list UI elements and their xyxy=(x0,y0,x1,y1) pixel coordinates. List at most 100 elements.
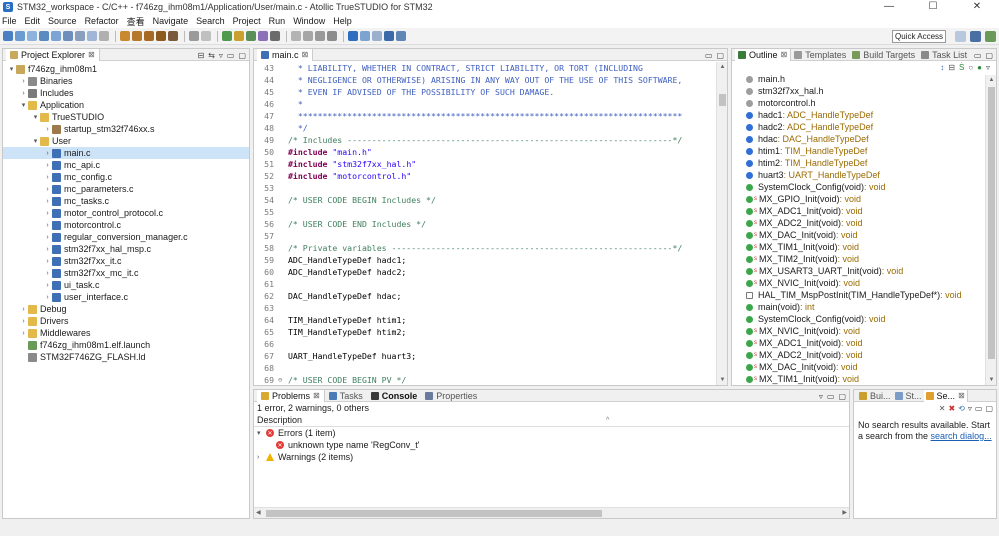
code-line[interactable]: 49 /* Includes --------------------------… xyxy=(254,134,716,146)
debug-perspective-icon[interactable] xyxy=(985,31,996,42)
code-line[interactable]: 69 ⊖ /* USER CODE BEGIN PV */ xyxy=(254,374,716,385)
code-line[interactable]: 48 */ xyxy=(254,122,716,134)
code-line[interactable]: 59 ADC_HandleTypeDef hadc1; xyxy=(254,254,716,266)
tree-item[interactable]: ▾ Application xyxy=(3,99,249,111)
chevron-right-icon[interactable]: › xyxy=(19,318,28,325)
scroll-up-icon[interactable]: ▲ xyxy=(986,77,997,83)
code-line[interactable]: 58 /* Private variables -----------------… xyxy=(254,242,716,254)
outline-item[interactable]: huart3 : UART_HandleTypeDef xyxy=(732,169,996,181)
tab-templates[interactable]: Templates xyxy=(791,49,849,61)
menu-run[interactable]: Run xyxy=(269,16,286,26)
outline-item[interactable]: s MX_TIM1_Init(void) : void xyxy=(732,373,996,385)
tab-build-targets[interactable]: Build Targets xyxy=(849,49,918,61)
chevron-down-icon[interactable]: ▾ xyxy=(19,101,28,109)
outline-item[interactable]: main.h xyxy=(732,73,996,85)
new-class-icon[interactable] xyxy=(87,31,97,41)
maximize-button[interactable]: ☐ xyxy=(911,0,955,14)
chevron-right-icon[interactable]: › xyxy=(19,90,28,97)
collapse-all-icon[interactable]: ⊟ xyxy=(197,51,204,60)
outline-vertical-scrollbar[interactable]: ▲ ▼ xyxy=(985,75,996,385)
outline-item[interactable]: s MX_GPIO_Init(void) : void xyxy=(732,193,996,205)
scroll-down-icon[interactable]: ▼ xyxy=(986,377,997,383)
close-icon[interactable]: ⊠ xyxy=(302,50,309,59)
build-all-icon[interactable] xyxy=(132,31,142,41)
chevron-down-icon[interactable]: ▾ xyxy=(31,113,40,121)
menu-view[interactable]: 查看 xyxy=(127,15,145,28)
code-line[interactable]: 45 * EVEN IF ADVISED OF THE POSSIBILITY … xyxy=(254,86,716,98)
menu-source[interactable]: Source xyxy=(48,16,77,26)
tree-item[interactable]: › motor_control_protocol.c xyxy=(3,207,249,219)
menu-refactor[interactable]: Refactor xyxy=(85,16,119,26)
code-line[interactable]: 44 * NEGLIGENCE OR OTHERWISE) ARISING IN… xyxy=(254,74,716,86)
quick-access-field[interactable]: Quick Access xyxy=(892,30,946,43)
tab-main-c[interactable]: main.c ⊠ xyxy=(257,48,314,61)
problems-horizontal-scrollbar[interactable]: ◀ ▶ xyxy=(254,507,849,518)
tree-item[interactable]: › mc_parameters.c xyxy=(3,183,249,195)
column-description[interactable]: Description ^ xyxy=(254,414,849,427)
scroll-right-icon[interactable]: ▶ xyxy=(842,509,847,516)
tree-item[interactable]: f746zg_ihm08m1.elf.launch xyxy=(3,339,249,351)
tab-build[interactable]: Bui... xyxy=(857,390,893,402)
chevron-right-icon[interactable]: › xyxy=(43,198,52,205)
terminal-icon[interactable] xyxy=(189,31,199,41)
chevron-right-icon[interactable]: › xyxy=(43,150,52,157)
outline-item[interactable]: hadc1 : ADC_HandleTypeDef xyxy=(732,109,996,121)
tree-item[interactable]: › stm32f7xx_it.c xyxy=(3,255,249,267)
outline-item[interactable]: main(void) : int xyxy=(732,301,996,313)
remove-all-icon[interactable]: ✖ xyxy=(948,404,955,413)
outline-item[interactable]: s MX_ADC2_Init(void) : void xyxy=(732,217,996,229)
code-line[interactable]: 55 xyxy=(254,206,716,218)
hide-fields-icon[interactable]: ⊟ xyxy=(948,63,955,72)
outline-item[interactable]: htim2 : TIM_HandleTypeDef xyxy=(732,157,996,169)
scroll-thumb[interactable] xyxy=(719,94,726,106)
sort-icon[interactable]: ↕ xyxy=(940,63,944,72)
minimize-view-icon[interactable]: ▭ xyxy=(227,51,235,60)
minimize-view-icon[interactable]: ▭ xyxy=(827,392,835,401)
scroll-down-icon[interactable]: ▼ xyxy=(717,377,728,383)
open-perspective-icon[interactable] xyxy=(955,31,966,42)
tree-item[interactable]: › stm32f7xx_mc_it.c xyxy=(3,267,249,279)
history-icon[interactable]: ⟲ xyxy=(958,404,965,413)
chevron-right-icon[interactable]: › xyxy=(43,294,52,301)
outline-item[interactable]: hadc2 : ADC_HandleTypeDef xyxy=(732,121,996,133)
fold-icon[interactable]: ⊖ xyxy=(278,376,282,384)
code-line[interactable]: 61 xyxy=(254,278,716,290)
chevron-right-icon[interactable]: › xyxy=(43,282,52,289)
code-line[interactable]: 52 #include "motorcontrol.h" xyxy=(254,170,716,182)
tab-search[interactable]: Se... ⊠ xyxy=(923,389,968,402)
code-line[interactable]: 46 * xyxy=(254,98,716,110)
code-line[interactable]: 43 * LIABILITY, WHETHER IN CONTRACT, STR… xyxy=(254,62,716,74)
minimize-view-icon[interactable]: ▭ xyxy=(975,404,983,413)
close-icon[interactable]: ⊠ xyxy=(781,50,788,59)
back-icon[interactable] xyxy=(315,31,325,41)
code-line[interactable]: 47 *************************************… xyxy=(254,110,716,122)
maximize-view-icon[interactable]: ▢ xyxy=(838,392,846,401)
filter-icon[interactable]: ● xyxy=(977,63,982,72)
new-folder-icon[interactable] xyxy=(75,31,85,41)
code-line[interactable]: 54 /* USER CODE BEGIN Includes */ xyxy=(254,194,716,206)
hide-nonpublic-icon[interactable]: ○ xyxy=(968,63,973,72)
maximize-view-icon[interactable]: ▢ xyxy=(985,51,993,60)
external-tools-icon[interactable] xyxy=(234,31,244,41)
chevron-right-icon[interactable]: › xyxy=(43,270,52,277)
outline-item[interactable]: SystemClock_Config(void) : void xyxy=(732,181,996,193)
chevron-right-icon[interactable]: › xyxy=(43,162,52,169)
outline-item[interactable]: stm32f7xx_hal.h xyxy=(732,85,996,97)
code-line[interactable]: 57 xyxy=(254,230,716,242)
outline-item[interactable]: HAL_TIM_MspPostInit(TIM_HandleTypeDef*) … xyxy=(732,289,996,301)
outline-item[interactable]: s MX_NVIC_Init(void) : void xyxy=(732,277,996,289)
properties-icon[interactable] xyxy=(99,31,109,41)
tab-problems[interactable]: Problems ⊠ xyxy=(257,389,325,402)
tab-static-stack[interactable]: St... xyxy=(893,390,924,402)
view-menu-icon[interactable]: ▿ xyxy=(219,51,223,60)
close-icon[interactable]: ⊠ xyxy=(958,391,965,400)
remove-icon[interactable]: ✕ xyxy=(939,404,946,413)
menu-search[interactable]: Search xyxy=(196,16,225,26)
grid-icon[interactable] xyxy=(372,31,382,41)
tree-item[interactable]: › main.c xyxy=(3,147,249,159)
scroll-thumb[interactable] xyxy=(266,510,602,517)
tab-task-list[interactable]: Task List xyxy=(918,49,970,61)
close-window-button[interactable]: ✕ xyxy=(955,0,999,14)
view-menu-icon[interactable]: ▿ xyxy=(819,392,823,401)
chevron-right-icon[interactable]: › xyxy=(43,126,52,133)
